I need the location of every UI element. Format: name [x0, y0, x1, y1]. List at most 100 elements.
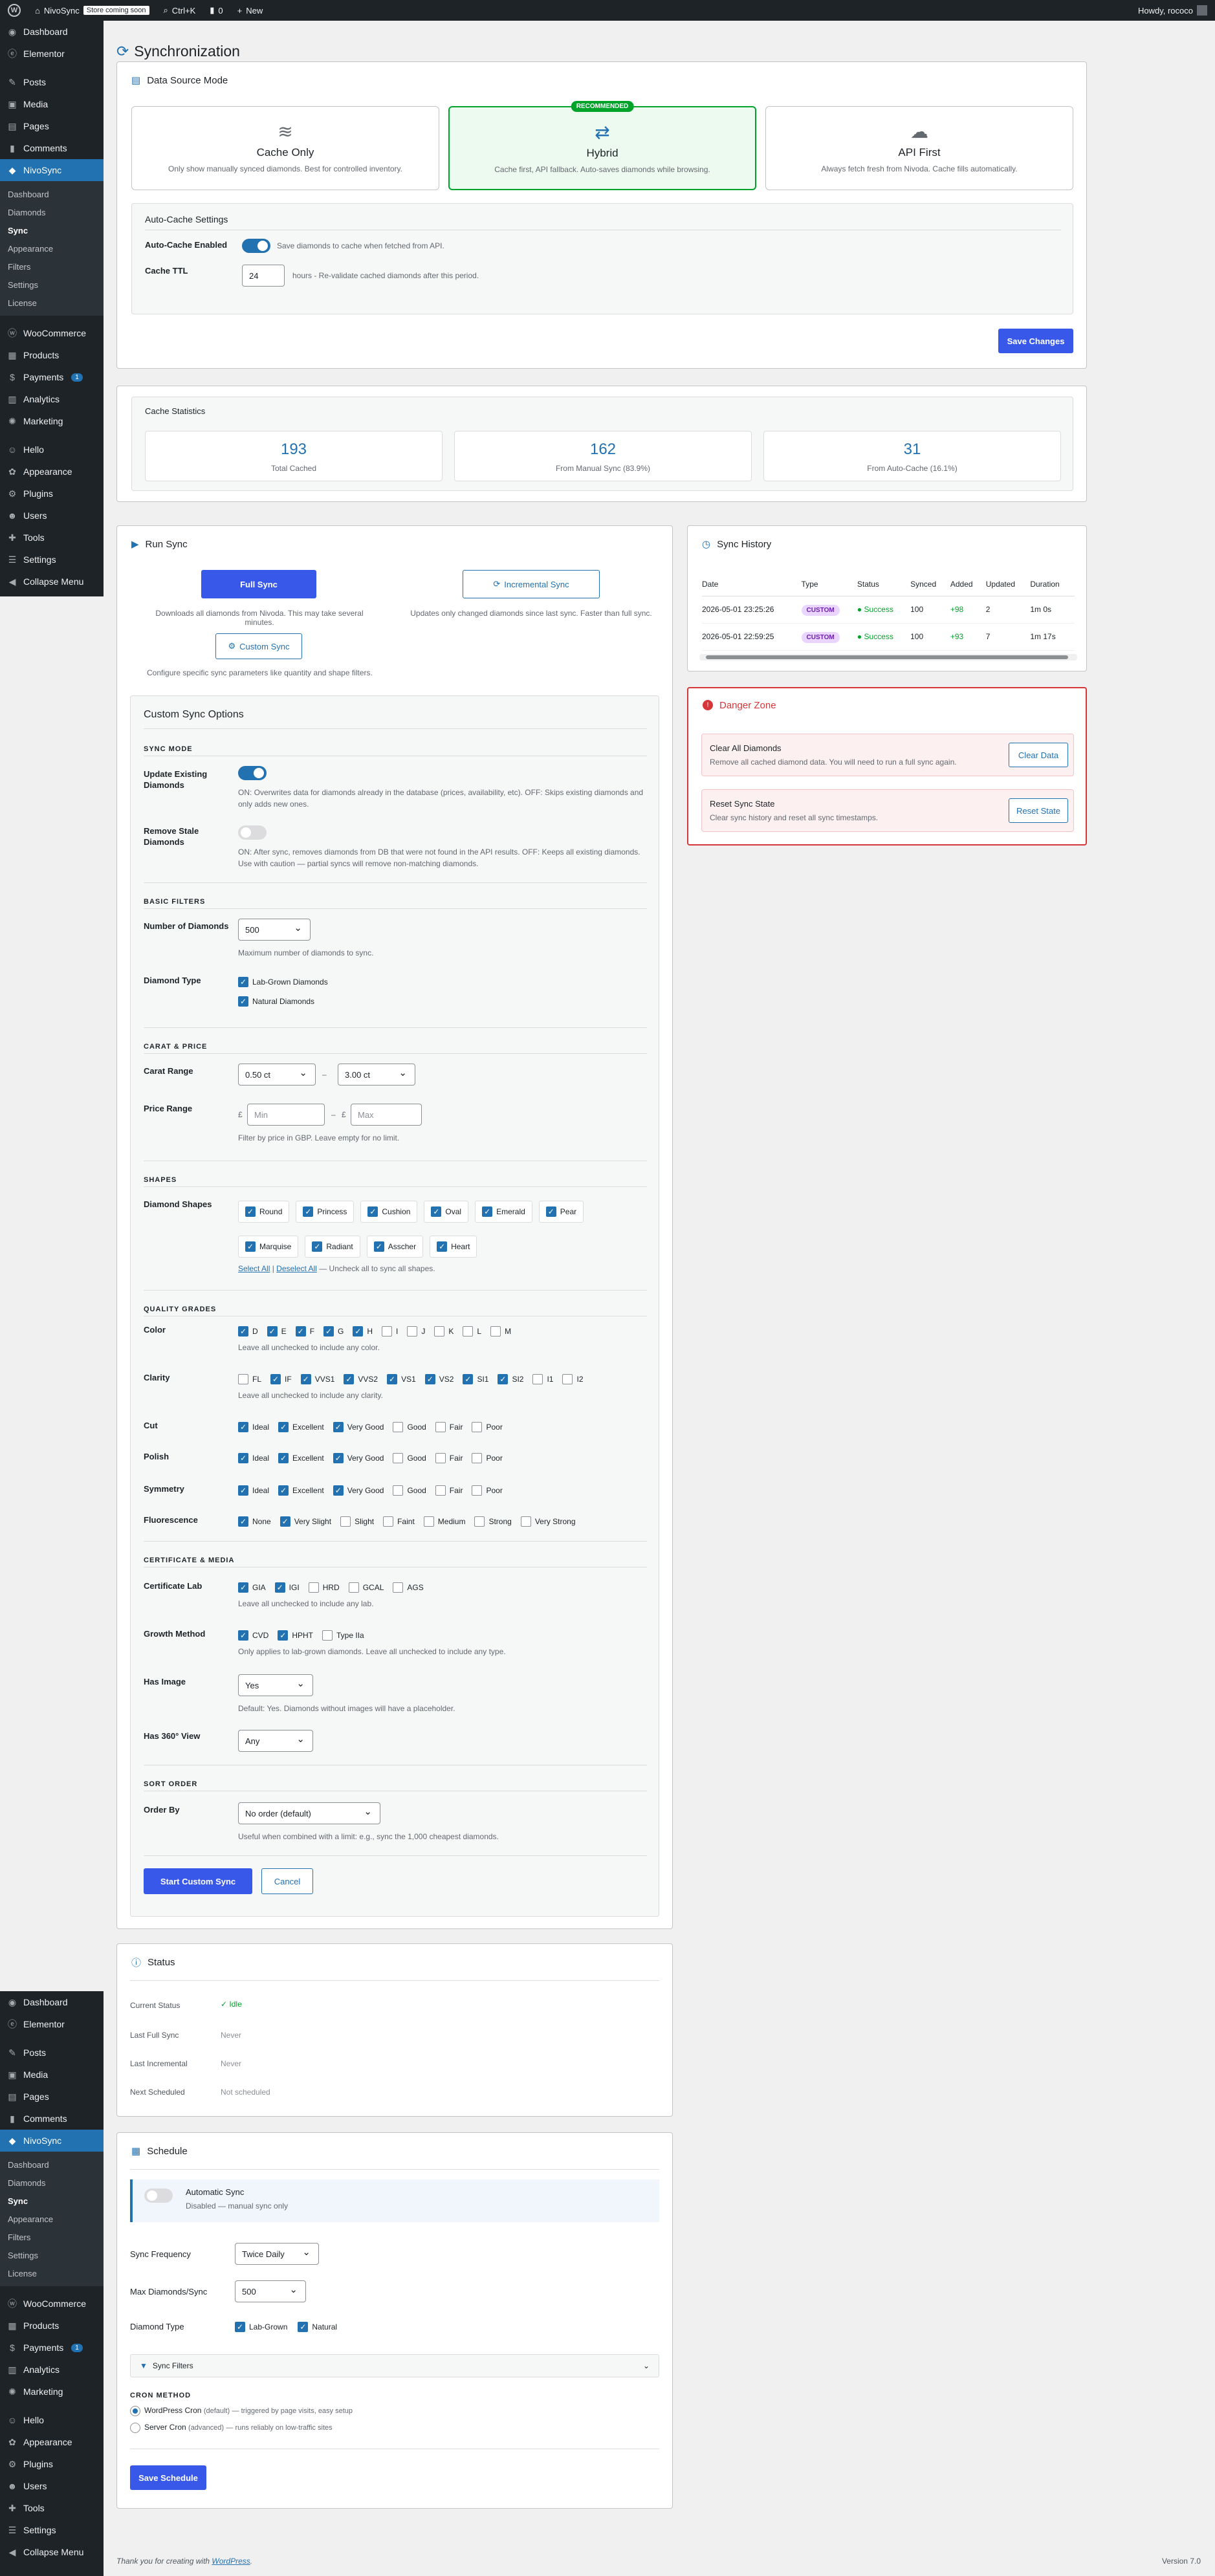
checkbox-radiant[interactable]: Radiant — [305, 1236, 360, 1258]
checkbox-fair[interactable]: Fair — [435, 1485, 463, 1496]
checkbox-box[interactable] — [472, 1422, 483, 1432]
cancel-button[interactable]: Cancel — [261, 1868, 313, 1894]
menu-item-dashboard[interactable]: ◉ Dashboard — [0, 21, 104, 43]
menu-item-comments[interactable]: ▮ Comments — [0, 2108, 104, 2130]
menu-item-media[interactable]: ▣ Media — [0, 93, 104, 115]
checkbox-box[interactable] — [333, 1453, 344, 1463]
checkbox-ideal[interactable]: Ideal — [238, 1422, 269, 1432]
checkbox-box[interactable] — [238, 1630, 248, 1641]
submenu-item-dashboard[interactable]: Dashboard — [0, 185, 104, 203]
submenu-item-license[interactable]: License — [0, 2264, 104, 2282]
checkbox-box[interactable] — [434, 1326, 445, 1337]
checkbox-fair[interactable]: Fair — [435, 1422, 463, 1432]
save-changes-button[interactable]: Save Changes — [998, 329, 1073, 353]
checkbox-box[interactable] — [545, 1206, 556, 1217]
checkbox-ideal[interactable]: Ideal — [238, 1453, 269, 1463]
full-sync-button[interactable]: Full Sync — [201, 570, 316, 598]
checkbox-box[interactable] — [435, 1453, 446, 1463]
checkbox-very-slight[interactable]: Very Slight — [279, 1516, 331, 1527]
checkbox-hpht[interactable]: HPHT — [278, 1630, 313, 1641]
checkbox-medium[interactable]: Medium — [423, 1516, 465, 1527]
checkbox-vs1[interactable]: VS1 — [387, 1374, 416, 1384]
new-content-link[interactable]: + New — [237, 6, 263, 16]
checkbox-box[interactable] — [437, 1241, 448, 1252]
checkbox-poor[interactable]: Poor — [472, 1453, 503, 1463]
checkbox-box[interactable] — [407, 1326, 418, 1337]
sync-filters-toggle[interactable]: ▼ Sync Filters ⌄ — [130, 2354, 659, 2377]
checkbox-igi[interactable]: IGI — [274, 1582, 300, 1593]
checkbox-box[interactable] — [323, 1326, 334, 1337]
carat-max-select[interactable]: 3.00 ct — [338, 1064, 415, 1086]
menu-item-posts[interactable]: ✎ Posts — [0, 2042, 104, 2064]
menu-item-hello[interactable]: ☺ Hello — [0, 439, 104, 461]
command-palette-link[interactable]: ⌕ Ctrl+K — [164, 5, 196, 16]
submenu-item-dashboard[interactable]: Dashboard — [0, 2156, 104, 2174]
has-image-select[interactable]: Yes — [238, 1674, 313, 1696]
checkbox-box[interactable] — [278, 1453, 289, 1463]
checkbox-box[interactable] — [393, 1485, 404, 1496]
checkbox-cvd[interactable]: CVD — [238, 1630, 268, 1641]
checkbox-good[interactable]: Good — [393, 1453, 426, 1463]
menu-item-media[interactable]: ▣ Media — [0, 2064, 104, 2086]
checkbox-box[interactable] — [308, 1582, 319, 1593]
checkbox-gcal[interactable]: GCAL — [348, 1582, 384, 1593]
checkbox-box[interactable] — [463, 1326, 474, 1337]
checkbox-box[interactable] — [278, 1630, 289, 1641]
select-all-link[interactable]: Select All — [238, 1264, 270, 1273]
menu-item-settings[interactable]: ☰ Settings — [0, 549, 104, 571]
menu-item-comments[interactable]: ▮ Comments — [0, 137, 104, 159]
checkbox-very-good[interactable]: Very Good — [333, 1485, 384, 1496]
checkbox-asscher[interactable]: Asscher — [366, 1236, 424, 1258]
submenu-item-sync[interactable]: Sync — [0, 221, 104, 239]
mode-api-first[interactable]: ☁ API First Always fetch fresh from Nivo… — [765, 106, 1073, 190]
user-menu[interactable]: Howdy, rococo — [1138, 5, 1207, 16]
checkbox-l[interactable]: L — [463, 1326, 481, 1337]
auto-sync-toggle[interactable] — [144, 2189, 173, 2203]
checkbox-excellent[interactable]: Excellent — [278, 1453, 324, 1463]
checkbox-box[interactable] — [482, 1206, 493, 1217]
price-max-input[interactable]: Max — [351, 1104, 422, 1126]
checkbox-box[interactable] — [238, 1326, 248, 1337]
reset-state-button[interactable]: Reset State — [1009, 798, 1068, 823]
checkbox-box[interactable] — [333, 1422, 344, 1432]
checkbox-box[interactable] — [322, 1630, 333, 1641]
checkbox-none[interactable]: None — [238, 1516, 271, 1527]
submenu-item-filters[interactable]: Filters — [0, 257, 104, 276]
checkbox-box[interactable] — [295, 1326, 306, 1337]
checkbox-box[interactable] — [267, 1326, 278, 1337]
menu-item-appearance[interactable]: ✿ Appearance — [0, 461, 104, 483]
checkbox-box[interactable] — [344, 1374, 355, 1384]
checkbox-box[interactable] — [463, 1374, 474, 1384]
checkbox-if[interactable]: IF — [270, 1374, 292, 1384]
remove-stale-toggle[interactable] — [238, 825, 267, 840]
cron-server-radio[interactable]: Server Cron (advanced) — runs reliably o… — [130, 2423, 333, 2433]
checkbox-box[interactable] — [238, 1516, 248, 1527]
wordpress-link[interactable]: WordPress — [212, 2557, 250, 2566]
checkbox-box[interactable] — [278, 1485, 289, 1496]
checkbox-box[interactable] — [474, 1516, 485, 1527]
checkbox-oval[interactable]: Oval — [424, 1201, 469, 1223]
menu-item-marketing[interactable]: ✺ Marketing — [0, 2381, 104, 2403]
checkbox-i1[interactable]: I1 — [532, 1374, 553, 1384]
checkbox-box[interactable] — [393, 1422, 404, 1432]
menu-item-hello[interactable]: ☺ Hello — [0, 2409, 104, 2431]
checkbox-j[interactable]: J — [407, 1326, 425, 1337]
checkbox-excellent[interactable]: Excellent — [278, 1485, 324, 1496]
menu-item-tools[interactable]: ✚ Tools — [0, 2497, 104, 2519]
checkbox-box[interactable] — [367, 1206, 378, 1217]
checkbox-pear[interactable]: Pear — [538, 1201, 584, 1223]
checkbox-box[interactable] — [238, 1374, 248, 1384]
checkbox-box[interactable] — [393, 1582, 404, 1593]
menu-item-plugins[interactable]: ⚙ Plugins — [0, 2453, 104, 2475]
checkbox-i2[interactable]: I2 — [562, 1374, 584, 1384]
checkbox-si2[interactable]: SI2 — [498, 1374, 523, 1384]
checkbox-box[interactable] — [393, 1453, 404, 1463]
checkbox-box[interactable] — [435, 1485, 446, 1496]
checkbox-emerald[interactable]: Emerald — [475, 1201, 532, 1223]
checkbox-box[interactable] — [340, 1516, 351, 1527]
comments-link[interactable]: ▮ 0 — [210, 5, 223, 16]
checkbox-box[interactable] — [300, 1374, 311, 1384]
save-schedule-button[interactable]: Save Schedule — [130, 2465, 206, 2490]
submenu-item-appearance[interactable]: Appearance — [0, 239, 104, 257]
menu-item-nivosync[interactable]: ◆ NivoSync — [0, 2130, 104, 2152]
